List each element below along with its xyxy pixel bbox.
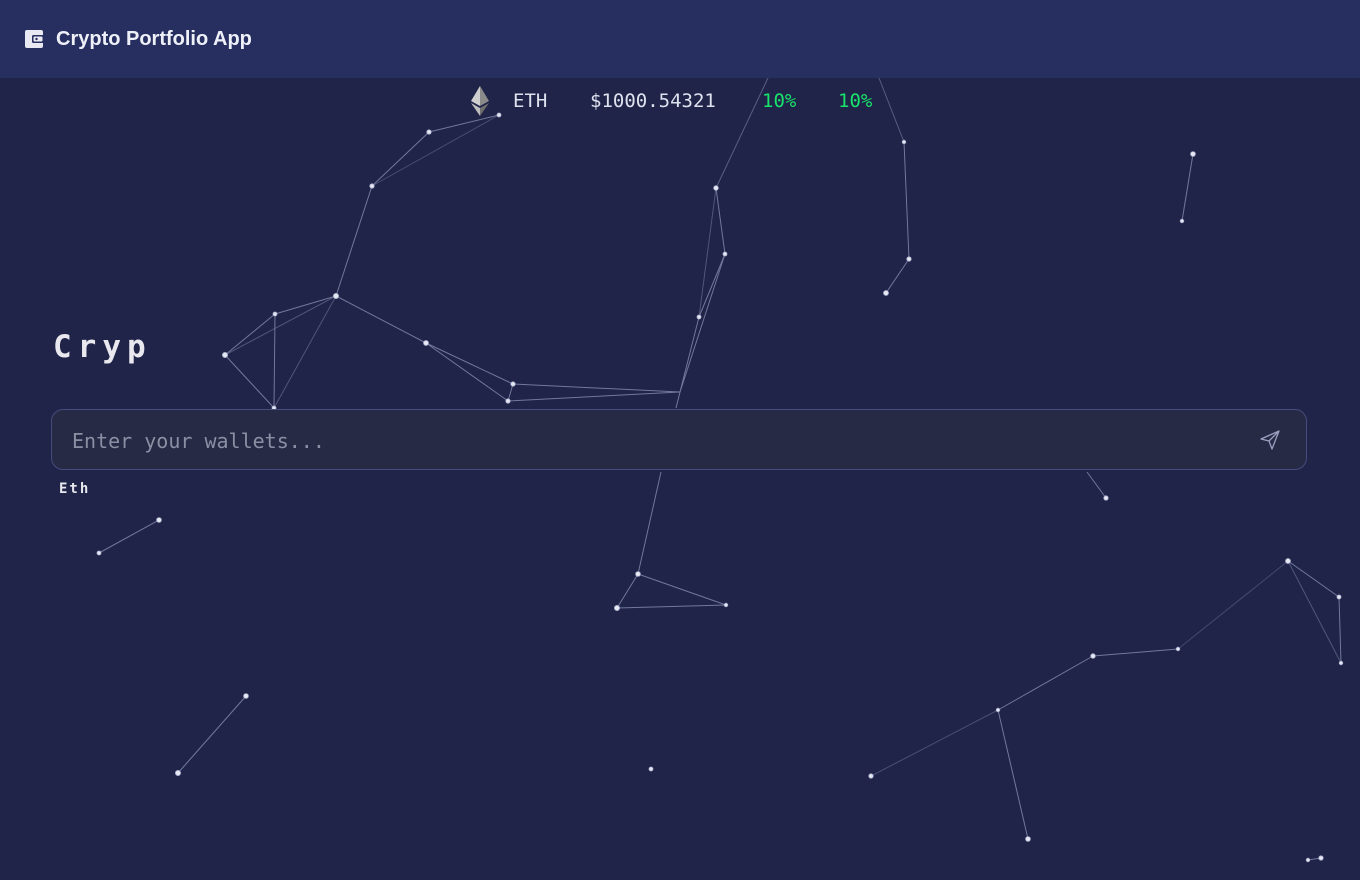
ticker-change-1: 10%	[762, 90, 797, 112]
wallet-input[interactable]	[70, 410, 1234, 471]
app-header: Crypto Portfolio App	[0, 0, 1360, 78]
app-title: Crypto Portfolio App	[56, 28, 252, 50]
page-heading: Cryp	[53, 329, 152, 365]
ticker-change-2: 10%	[838, 90, 873, 112]
sub-label: Eth	[59, 481, 91, 497]
ticker-price: $1000.54321	[590, 90, 716, 112]
ticker-symbol: ETH	[513, 90, 548, 112]
send-icon[interactable]	[1258, 428, 1282, 452]
ethereum-logo-icon	[471, 86, 489, 116]
wallet-icon	[25, 30, 44, 48]
wallet-input-container	[51, 409, 1307, 471]
